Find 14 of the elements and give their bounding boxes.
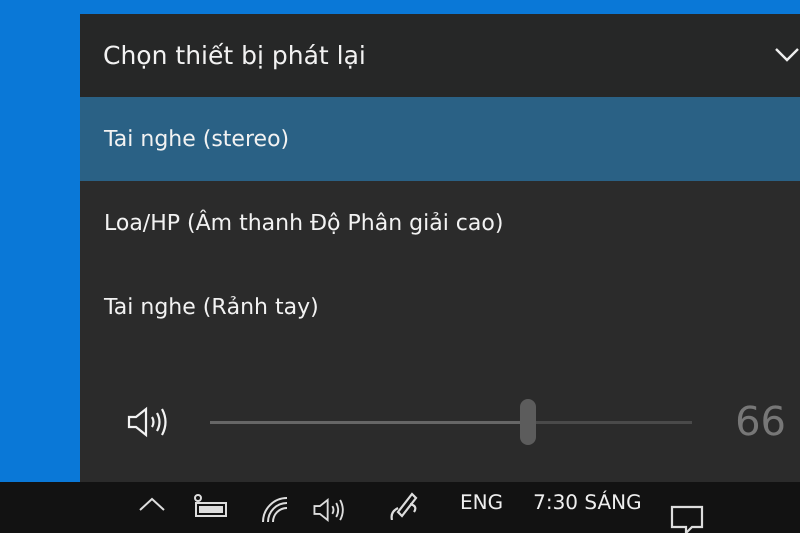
panel-title: Chọn thiết bị phát lại <box>103 41 366 70</box>
clock[interactable]: 7:30 SÁNG <box>533 490 642 514</box>
language-indicator[interactable]: ENG <box>460 490 504 514</box>
device-item[interactable]: Tai nghe (stereo) <box>80 97 800 181</box>
chevron-icon[interactable] <box>774 46 800 62</box>
notification-icon[interactable] <box>670 504 704 533</box>
volume-slider[interactable] <box>210 399 692 445</box>
battery-icon[interactable] <box>192 492 230 518</box>
slider-thumb[interactable] <box>520 399 536 445</box>
device-item[interactable]: Loa/HP (Âm thanh Độ Phân giải cao) <box>80 181 800 265</box>
volume-reading: 66 <box>735 399 786 445</box>
device-item[interactable]: Tai nghe (Rảnh tay) <box>80 265 800 349</box>
caret-up-icon[interactable] <box>138 496 166 512</box>
wifi-icon[interactable] <box>260 496 290 522</box>
